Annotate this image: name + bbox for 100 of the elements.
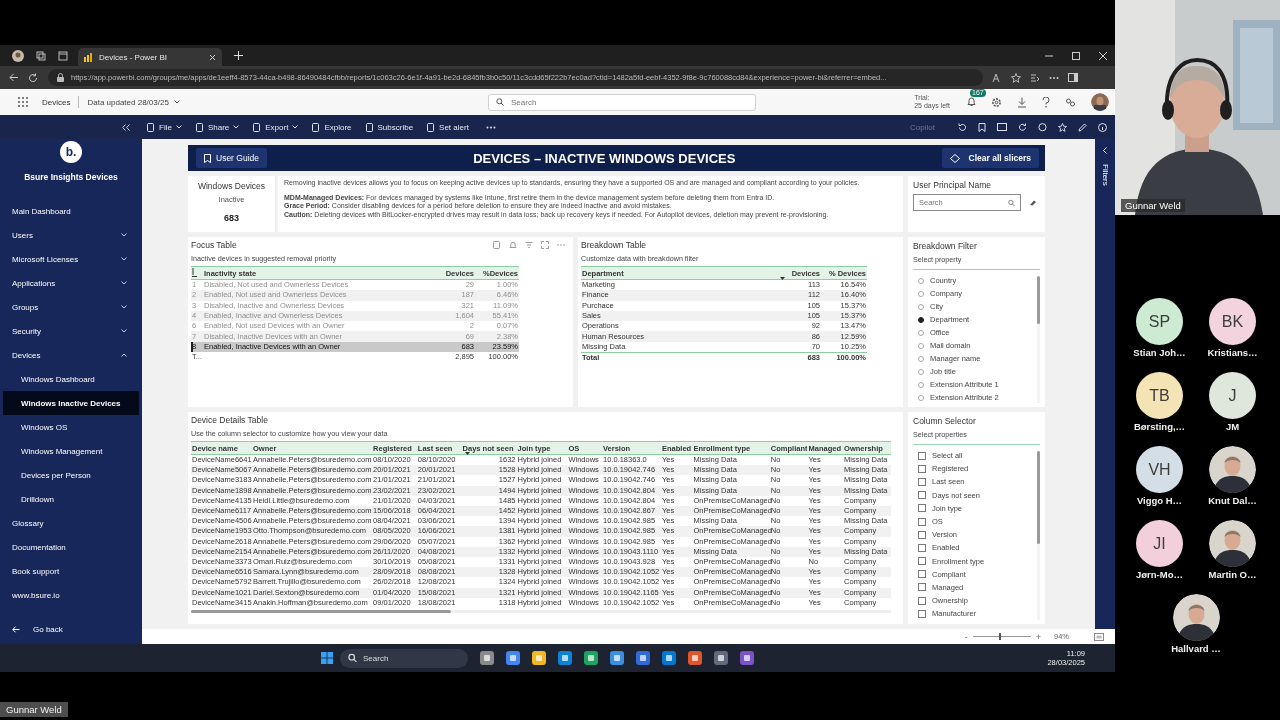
nav-item[interactable]: Glossary <box>3 511 139 535</box>
nav-item[interactable]: Windows OS <box>3 415 139 439</box>
focus-mode-icon[interactable] <box>541 241 549 249</box>
app-icon[interactable] <box>662 651 676 665</box>
help-icon[interactable] <box>1042 96 1050 108</box>
app-icon[interactable] <box>480 651 494 665</box>
settings-icon[interactable] <box>991 96 1002 108</box>
eraser-icon[interactable] <box>1029 199 1037 206</box>
edit-icon[interactable] <box>1078 122 1087 132</box>
participant-name: Børsting,… <box>1133 421 1186 432</box>
sort-arrow-icon <box>464 452 470 455</box>
filters-pane-tab[interactable]: Filters <box>1095 139 1115 629</box>
data-updated-dropdown[interactable]: Data updated 28/03/25 <box>87 97 180 107</box>
read-aloud-icon[interactable] <box>992 72 1002 83</box>
reload-icon[interactable] <box>28 72 38 83</box>
participant-name: Stian Joh… <box>1133 347 1186 358</box>
app-launcher-icon[interactable] <box>18 97 28 107</box>
back-link[interactable]: Go back <box>0 625 142 634</box>
workspaces-icon[interactable] <box>36 50 46 61</box>
toolbar-button[interactable]: Explore <box>311 122 352 132</box>
app-icon[interactable] <box>506 651 520 665</box>
reset-icon[interactable] <box>958 122 967 132</box>
zoom-in-button[interactable]: + <box>1035 631 1041 642</box>
logo: b. <box>60 141 82 163</box>
windows-logo-icon[interactable] <box>321 652 333 664</box>
nav-item[interactable]: Devices per Person <box>3 463 139 487</box>
app-icon[interactable] <box>714 651 728 665</box>
site-info-icon[interactable] <box>56 73 65 82</box>
nav-item[interactable]: www.bsure.io <box>3 583 139 607</box>
search-icon <box>348 653 357 663</box>
favorites-icon[interactable] <box>1030 72 1040 83</box>
share-icon[interactable] <box>1065 96 1076 108</box>
nav-item[interactable]: Windows Dashboard <box>3 367 139 391</box>
card-title: Breakdown Table <box>581 240 648 250</box>
user-guide-button[interactable]: User Guide <box>196 148 267 168</box>
nav-item[interactable]: Windows Inactive Devices <box>3 391 139 415</box>
bell-icon[interactable] <box>966 95 977 107</box>
nav-item[interactable]: Devices <box>3 343 139 367</box>
app-icon[interactable] <box>740 651 754 665</box>
close-icon[interactable] <box>209 53 216 61</box>
card-title: Column Selector <box>913 416 977 426</box>
toolbar-button[interactable]: Export <box>252 122 299 132</box>
card-title: Breakdown Filter <box>913 241 978 251</box>
tab-list-icon[interactable] <box>58 50 68 61</box>
nav-item[interactable]: Groups <box>3 295 139 319</box>
app-icon[interactable] <box>584 651 598 665</box>
sort-icon[interactable] <box>192 267 197 277</box>
participant-name: Viggo H… <box>1136 495 1183 506</box>
nav-item[interactable]: Users <box>3 223 139 247</box>
new-tab-icon[interactable] <box>234 51 243 60</box>
nav-item[interactable]: Windows Management <box>3 439 139 463</box>
collapse-icon[interactable] <box>122 123 130 131</box>
more-icon[interactable] <box>1049 75 1059 80</box>
app-icon[interactable] <box>688 651 702 665</box>
search-field[interactable]: Search <box>340 648 468 668</box>
zoom-out-button[interactable]: - <box>964 631 968 642</box>
nav-item[interactable]: Book support <box>3 559 139 583</box>
clear-slicers-button[interactable]: Clear all slicers <box>941 148 1039 168</box>
toolbar-button[interactable]: Set alert <box>426 122 469 132</box>
toolbar-button[interactable]: Share <box>194 122 240 132</box>
browser-tab[interactable]: Devices - Power BI <box>78 48 222 66</box>
caret-icon <box>175 125 182 129</box>
star-icon[interactable] <box>1058 122 1067 132</box>
refresh-icon[interactable] <box>1018 122 1027 132</box>
caret-icon <box>233 125 240 129</box>
app-icon[interactable] <box>636 651 650 665</box>
sidebar-icon[interactable] <box>1068 73 1078 82</box>
search-field[interactable]: Search <box>488 93 757 111</box>
back-arrow-icon[interactable] <box>9 73 19 82</box>
app-icon[interactable] <box>558 651 572 665</box>
avatar: SP <box>1136 298 1183 345</box>
toolbar-button[interactable]: Subscribe <box>364 122 414 132</box>
participant-name: Knut Dal… <box>1208 495 1257 506</box>
star-icon[interactable] <box>1011 72 1021 83</box>
nav-item[interactable]: Microsoft Licenses <box>3 247 139 271</box>
nav-item[interactable]: Main Dashboard <box>3 199 139 223</box>
view-icon[interactable] <box>997 123 1007 131</box>
card-title: Device Details Table <box>191 415 269 425</box>
nav-item[interactable]: Security <box>3 319 139 343</box>
toolbar-button[interactable]: File <box>146 122 182 132</box>
avatar: TB <box>1136 372 1183 419</box>
close-icon[interactable] <box>1099 51 1107 60</box>
app-name[interactable]: Devices <box>42 97 71 107</box>
profile-icon[interactable] <box>12 49 24 62</box>
document-icon <box>146 122 155 132</box>
maximize-icon[interactable] <box>1072 51 1080 60</box>
avatar: J <box>1209 372 1256 419</box>
app-icon[interactable] <box>610 651 624 665</box>
nav-item[interactable]: Applications <box>3 271 139 295</box>
nav-item[interactable]: Drilldown <box>3 487 139 511</box>
bookmark-icon[interactable] <box>978 122 986 132</box>
app-icon[interactable] <box>532 651 546 665</box>
fit-page-icon[interactable] <box>1094 632 1104 641</box>
more-icon[interactable] <box>485 125 496 129</box>
copy-icon[interactable] <box>493 241 501 249</box>
comment-icon[interactable] <box>1038 122 1047 132</box>
filter-icon[interactable] <box>525 241 533 249</box>
nav-item[interactable]: Documentation <box>3 535 139 559</box>
eraser-icon <box>949 153 960 163</box>
info-icon[interactable] <box>1098 122 1107 132</box>
